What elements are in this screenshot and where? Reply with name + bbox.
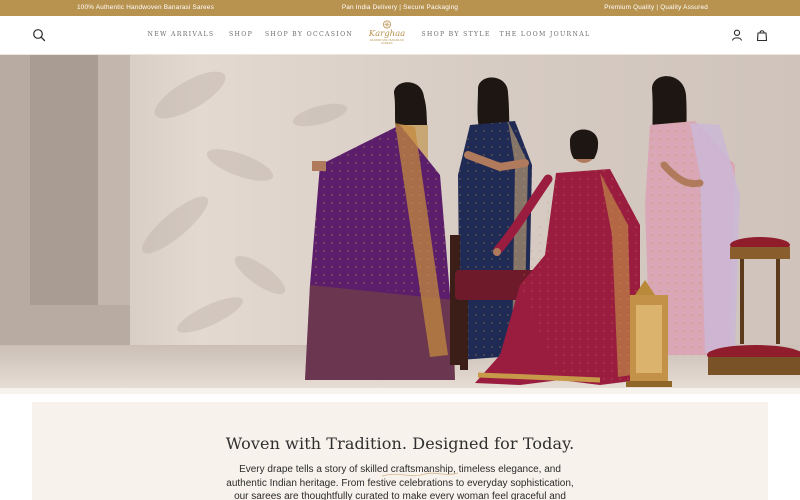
nav-new-arrivals[interactable]: NEW ARRIVALS	[148, 31, 215, 38]
announcement-quality: Premium Quality | Quality Assured	[604, 4, 708, 11]
nav-loom-journal[interactable]: THE LOOM JOURNAL	[500, 31, 591, 38]
section-divider	[0, 388, 800, 394]
nav-shop[interactable]: SHOP	[229, 31, 253, 38]
hero-banner[interactable]	[0, 55, 800, 388]
logo-wordmark: Karghaa	[368, 29, 406, 39]
logo-tagline: HANDWOVEN BANARASI SAREES	[369, 39, 405, 45]
lantern-decor	[626, 280, 672, 387]
announcement-delivery: Pan India Delivery | Secure Packaging	[341, 4, 459, 11]
nav-shop-by-occasion[interactable]: SHOP BY OCCASION	[265, 31, 353, 38]
user-icon[interactable]	[730, 28, 744, 42]
site-header: NEW ARRIVALS SHOP SHOP BY OCCASION Kargh…	[0, 16, 800, 55]
announcement-authentic: 100% Authentic Handwoven Banarasi Sarees	[77, 4, 214, 11]
intro-section: Woven with Tradition. Designed for Today…	[32, 402, 768, 500]
intro-title: Woven with Tradition. Designed for Today…	[225, 434, 575, 453]
logo-emblem-icon	[383, 20, 391, 29]
hero-image	[0, 55, 800, 388]
intro-body: Every drape tells a story of skilled cra…	[226, 464, 574, 500]
shopping-bag-icon[interactable]	[755, 28, 769, 42]
announcement-bar: 100% Authentic Handwoven Banarasi Sarees…	[0, 0, 800, 16]
brand-logo[interactable]: Karghaa HANDWOVEN BANARASI SAREES	[367, 20, 407, 52]
search-icon[interactable]	[32, 28, 46, 42]
nav-shop-by-style[interactable]: SHOP BY STYLE	[421, 31, 490, 38]
